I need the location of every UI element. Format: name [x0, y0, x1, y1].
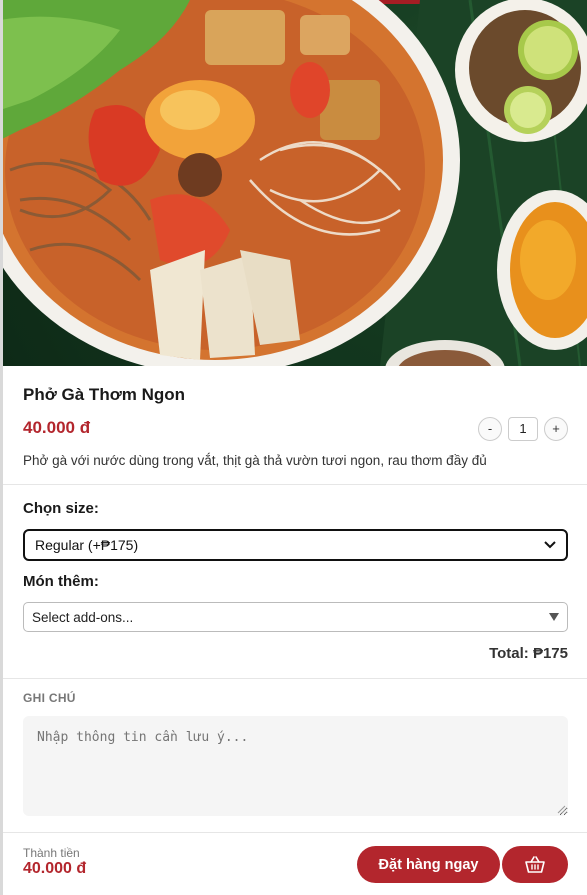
quantity-input[interactable]: 1 [508, 416, 538, 441]
chevron-down-icon [544, 541, 556, 549]
quantity-stepper: - 1 + [478, 416, 568, 441]
basket-icon [525, 855, 545, 873]
decrease-quantity-button[interactable]: - [478, 416, 502, 441]
order-total: Total: ₱175 [489, 645, 568, 662]
product-image [0, 0, 587, 366]
subtotal-value: 40.000 đ [23, 860, 87, 877]
addons-label: Món thêm: [23, 573, 99, 590]
size-selected-value: Regular (+₱175) [35, 537, 139, 553]
divider [3, 832, 587, 833]
resize-handle-icon[interactable] [557, 805, 566, 814]
divider [3, 484, 587, 485]
triangle-down-icon [549, 613, 559, 621]
divider [3, 678, 587, 679]
size-select[interactable]: Regular (+₱175) [23, 529, 568, 561]
order-now-button[interactable]: Đặt hàng ngay [357, 846, 500, 883]
increase-quantity-button[interactable]: + [544, 416, 568, 441]
pho-bowl-illustration [0, 0, 587, 366]
note-label: GHI CHÚ [23, 691, 76, 705]
size-label: Chọn size: [23, 500, 99, 517]
addons-placeholder: Select add-ons... [32, 609, 134, 625]
note-textarea[interactable] [23, 716, 568, 816]
add-to-cart-button[interactable] [502, 846, 568, 883]
addons-select[interactable]: Select add-ons... [23, 602, 568, 632]
left-edge [0, 0, 3, 366]
product-description: Phở gà với nước dùng trong vắt, thịt gà … [23, 453, 487, 468]
subtotal-label: Thành tiền [23, 846, 80, 860]
product-price: 40.000 đ [23, 418, 91, 437]
product-title: Phở Gà Thơm Ngon [23, 385, 186, 404]
